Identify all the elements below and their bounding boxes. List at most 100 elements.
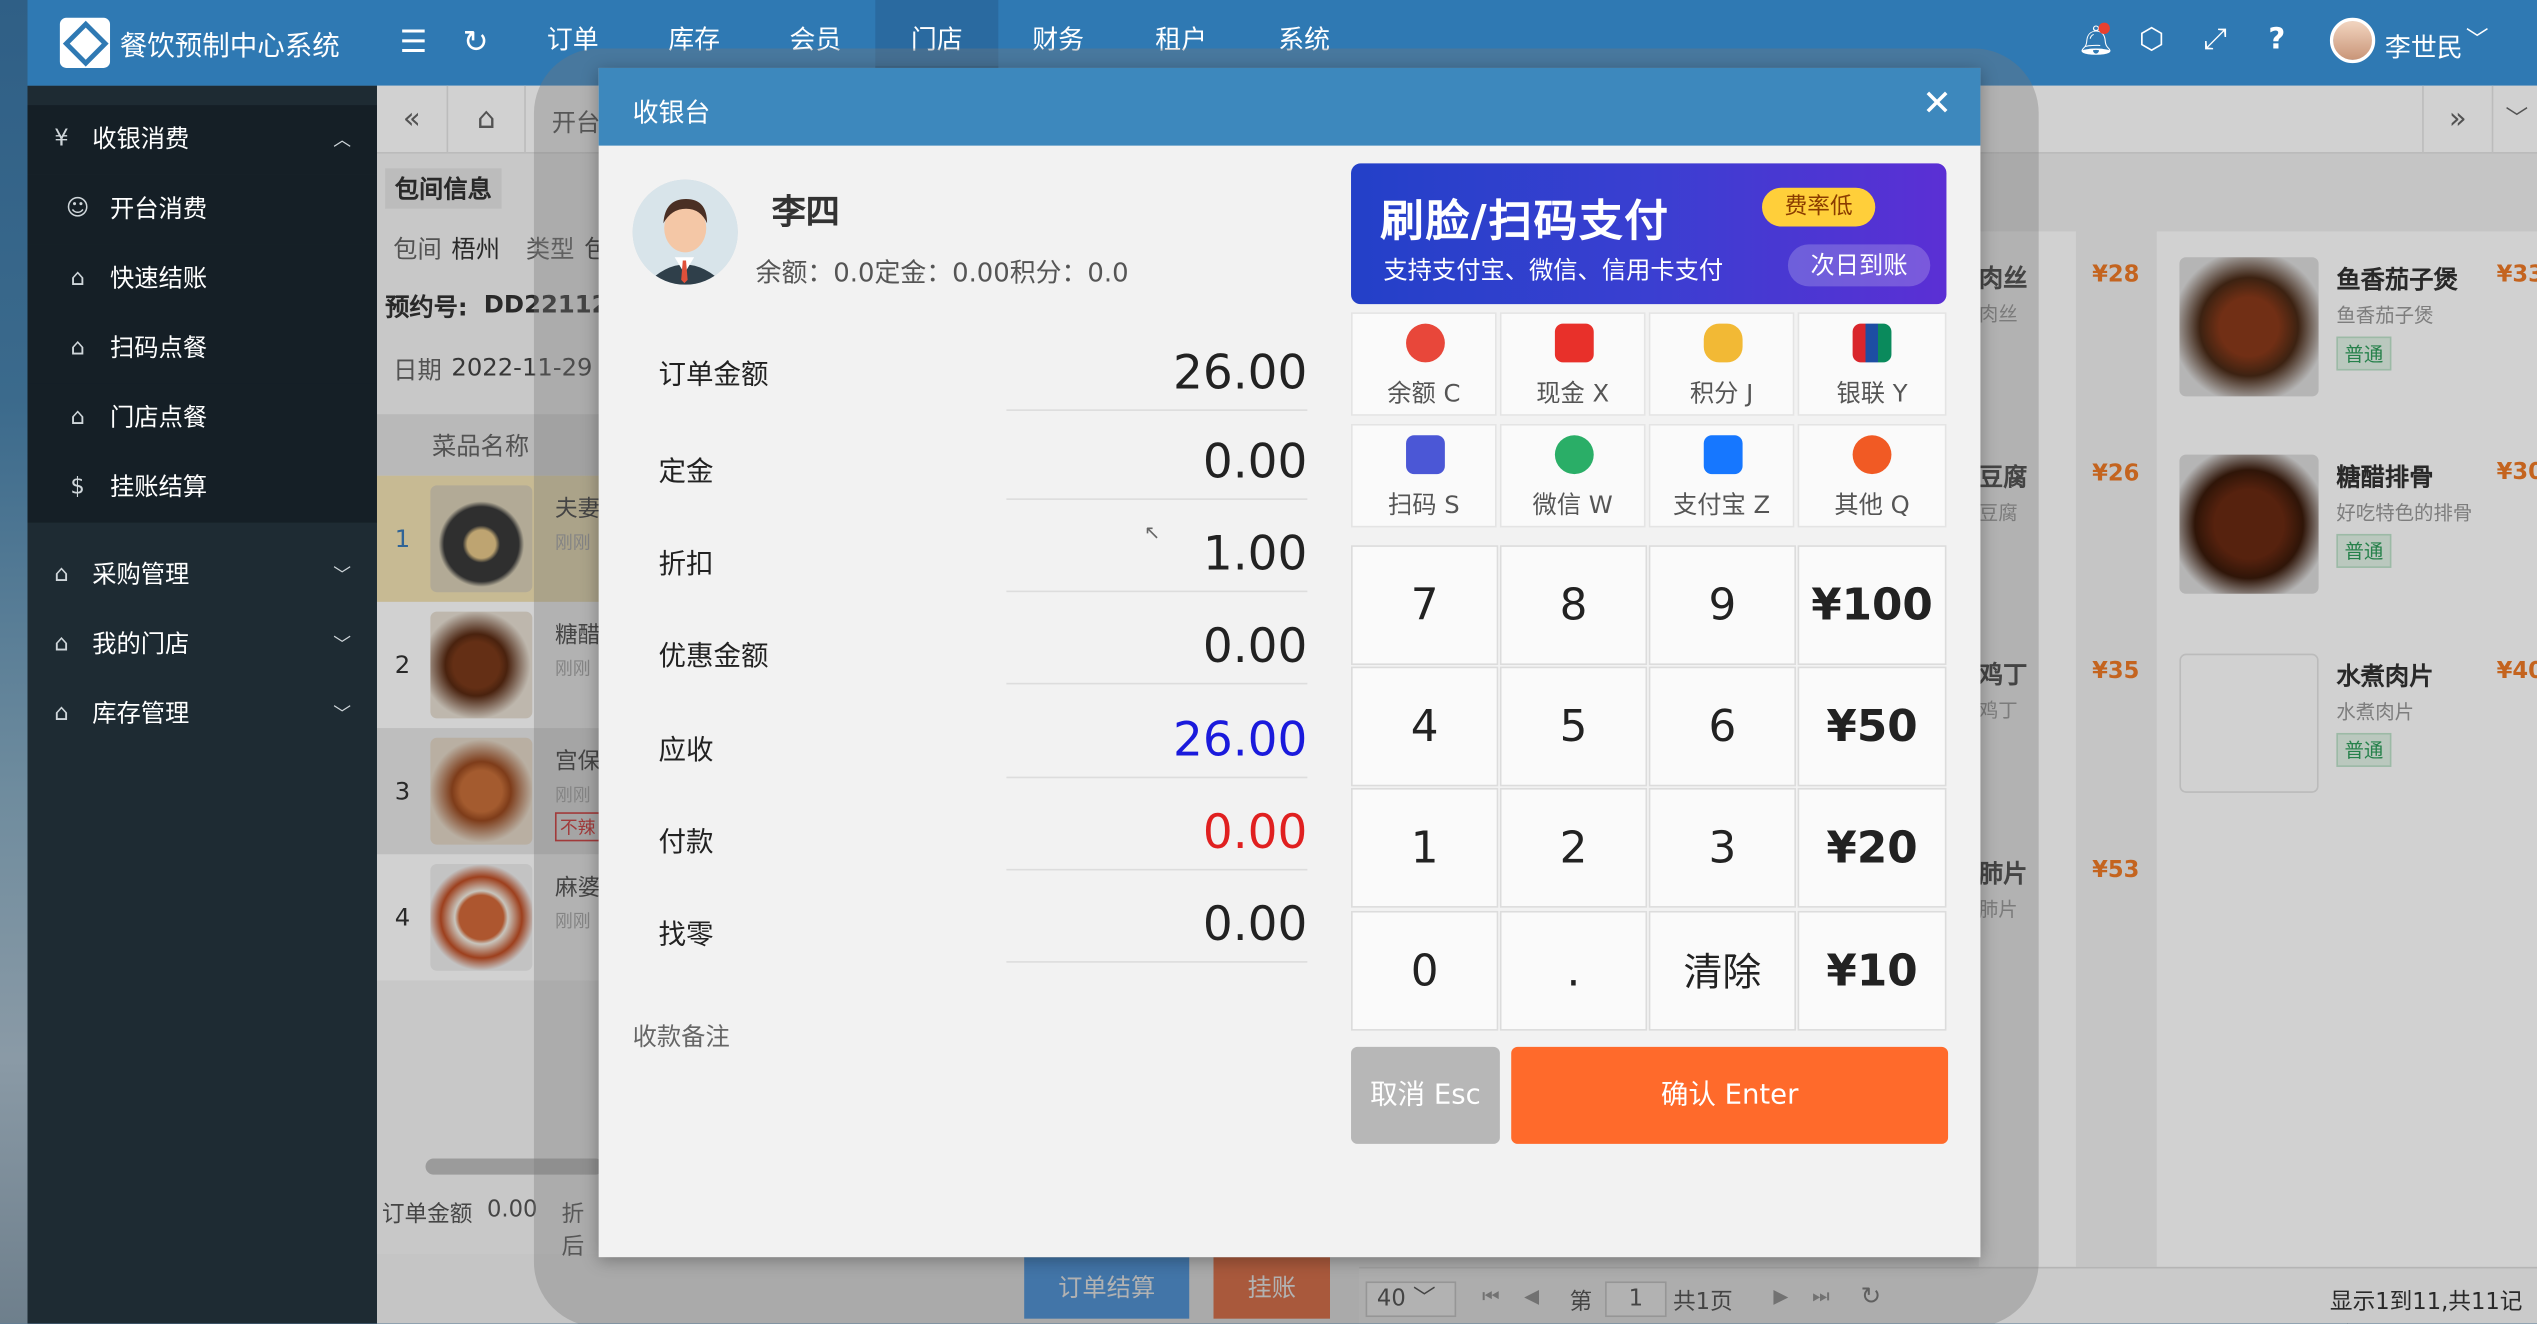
dialog-title: 收银台 <box>632 97 711 128</box>
payment-label: 付款 <box>658 826 714 860</box>
home-icon: ⌂ <box>54 561 69 588</box>
yen-circle-icon: ¥ <box>54 126 69 153</box>
more-icon <box>1852 435 1892 475</box>
pay-unionpay-button[interactable]: 银联 Y <box>1797 312 1947 416</box>
logo <box>59 17 111 68</box>
app-brand: 餐饮预制中心系统 <box>119 30 340 64</box>
cashier-dialog: 收银台 ✕ 李四 余额：0.0定金：0.00积分：0.0 订单金额 26.00 … <box>598 67 1981 1258</box>
key-8[interactable]: 8 <box>1499 545 1648 665</box>
order-amount-value: 26.00 <box>1006 335 1308 411</box>
scan-icon <box>1406 435 1445 475</box>
pay-alipay-button[interactable]: 支付宝 Z <box>1648 423 1795 528</box>
chevron-down-icon: ﹀ <box>333 634 352 656</box>
wallet-icon <box>1554 323 1594 363</box>
pay-method-label: 现金 X <box>1536 378 1610 408</box>
key-5[interactable]: 5 <box>1499 666 1648 787</box>
pay-method-label: 余额 C <box>1387 378 1461 408</box>
key-10-yuan[interactable]: ¥10 <box>1797 910 1947 1031</box>
menu-toggle-icon[interactable]: ☰ <box>400 24 428 60</box>
notification-dot <box>2098 22 2110 34</box>
discount-label: 折扣 <box>658 548 714 581</box>
banner-subtitle: 支持支付宝、微信、信用卡支付 <box>1383 255 1724 285</box>
pay-balance-button[interactable]: 余额 C <box>1351 312 1497 416</box>
chevron-down-icon[interactable]: ﹀ <box>2466 23 2489 55</box>
pay-scan-button[interactable]: 扫码 S <box>1351 423 1497 528</box>
key-dot[interactable]: . <box>1499 910 1648 1031</box>
unionpay-icon <box>1852 323 1892 363</box>
pay-method-label: 微信 W <box>1532 490 1613 520</box>
pay-method-label: 银联 Y <box>1836 378 1908 408</box>
sidebar-group-cashier[interactable]: ¥ 收银消费 ︿ <box>27 105 377 175</box>
sidebar-group-my-store[interactable]: ⌂ 我的门店 ﹀ <box>28 610 377 680</box>
help-icon[interactable]: ? <box>2268 23 2285 59</box>
chevron-down-icon: ﹀ <box>333 703 352 725</box>
key-4[interactable]: 4 <box>1351 666 1499 787</box>
key-clear[interactable]: 清除 <box>1648 910 1796 1031</box>
confirm-button[interactable]: 确认 Enter <box>1511 1046 1949 1144</box>
home-icon: ⌂ <box>54 700 69 727</box>
fullscreen-icon[interactable]: ⤢ <box>2204 23 2227 59</box>
close-icon[interactable]: ✕ <box>1922 85 1952 125</box>
tag-icon[interactable]: ⬡ <box>2139 23 2164 59</box>
banner-title: 刷脸/扫码支付 <box>1380 197 1670 248</box>
key-7[interactable]: 7 <box>1351 545 1499 665</box>
home-icon: ⌂ <box>70 334 85 361</box>
sidebar-item-scan-order[interactable]: ⌂ 扫码点餐 <box>27 313 377 384</box>
order-amount-label: 订单金额 <box>658 359 769 392</box>
sidebar-group-purchase[interactable]: ⌂ 采购管理 ﹀ <box>28 540 377 610</box>
sidebar-group-stock[interactable]: ⌂ 库存管理 ﹀ <box>28 680 377 750</box>
cancel-button[interactable]: 取消 Esc <box>1351 1046 1500 1144</box>
home-icon: ⌂ <box>54 631 69 657</box>
pay-wechat-button[interactable]: 微信 W <box>1499 423 1646 528</box>
key-3[interactable]: 3 <box>1648 787 1796 908</box>
key-20-yuan[interactable]: ¥20 <box>1797 787 1947 908</box>
banner-low-fee-tag: 费率低 <box>1762 187 1876 227</box>
dialog-header: 收银台 ✕ <box>598 67 1981 146</box>
avatar[interactable] <box>2329 17 2376 64</box>
pay-method-label: 其他 Q <box>1834 490 1910 520</box>
customer-avatar <box>632 179 738 285</box>
coins-icon <box>1703 323 1743 363</box>
promo-amount-input[interactable]: 0.00 <box>1006 608 1308 685</box>
pay-method-label: 积分 J <box>1689 378 1754 408</box>
face-scan-pay-banner[interactable]: 刷脸/扫码支付 支持支付宝、微信、信用卡支付 费率低 次日到账 <box>1351 163 1947 305</box>
payment-remark-label: 收款备注 <box>632 1022 730 1052</box>
pay-other-button[interactable]: 其他 Q <box>1797 423 1947 528</box>
sidebar-item-credit-settle[interactable]: $ 挂账结算 <box>27 453 377 523</box>
user-name[interactable]: 李世民 <box>2385 26 2463 65</box>
key-0[interactable]: 0 <box>1351 910 1499 1031</box>
wechat-icon <box>1554 435 1594 475</box>
refresh-icon[interactable]: ↻ <box>463 24 489 60</box>
deposit-value: 0.00 <box>1006 424 1308 500</box>
key-9[interactable]: 9 <box>1648 545 1796 665</box>
pay-points-button[interactable]: 积分 J <box>1648 312 1795 416</box>
desktop-strip <box>0 0 28 1324</box>
user-icon: ☺ <box>65 195 90 222</box>
key-1[interactable]: 1 <box>1351 787 1499 908</box>
key-6[interactable]: 6 <box>1648 666 1796 787</box>
payment-input[interactable]: 0.00 <box>1006 794 1308 871</box>
customer-name: 李四 <box>771 192 840 232</box>
chevron-down-icon: ﹀ <box>333 564 352 586</box>
deposit-label: 定金 <box>658 456 714 489</box>
key-100-yuan[interactable]: ¥100 <box>1797 545 1947 665</box>
chevron-up-icon: ︿ <box>333 129 352 151</box>
receivable-value: 26.00 <box>1006 702 1308 779</box>
banner-next-day-tag: 次日到账 <box>1787 244 1931 287</box>
key-2[interactable]: 2 <box>1499 787 1648 908</box>
customer-balance-info: 余额：0.0定金：0.00积分：0.0 <box>755 257 1129 289</box>
promo-amount-label: 优惠金额 <box>658 640 769 674</box>
sidebar-item-open-table[interactable]: ☺ 开台消费 <box>27 174 377 245</box>
money-bag-icon <box>1406 323 1445 363</box>
sidebar-item-quick-checkout[interactable]: ⌂ 快速结账 <box>27 244 377 314</box>
dollar-circle-icon: $ <box>70 474 85 500</box>
sidebar-item-store-order[interactable]: ⌂ 门店点餐 <box>27 383 377 454</box>
pay-cash-button[interactable]: 现金 X <box>1499 312 1646 416</box>
alipay-icon <box>1703 435 1743 475</box>
pay-method-label: 支付宝 Z <box>1672 490 1771 520</box>
key-50-yuan[interactable]: ¥50 <box>1797 666 1947 787</box>
sidebar: ¥ 收银消费 ︿ ☺ 开台消费 ⌂ 快速结账 ⌂ 扫码点餐 ⌂ 门店点餐 $ 挂… <box>27 85 377 1324</box>
pay-method-label: 扫码 S <box>1387 490 1460 520</box>
receivable-label: 应收 <box>658 734 714 767</box>
mouse-cursor-icon: ↖ <box>1143 520 1161 544</box>
